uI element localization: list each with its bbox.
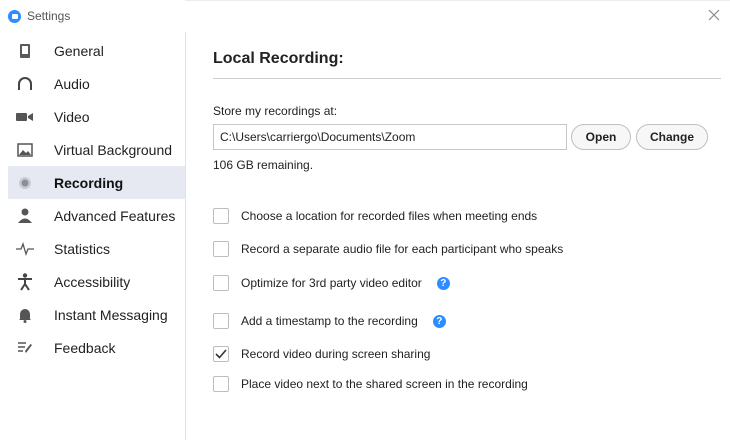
help-icon[interactable]: ? xyxy=(432,314,446,328)
sidebar-item-recording[interactable]: Recording xyxy=(8,166,185,199)
pulse-icon xyxy=(16,240,34,258)
option-label: Optimize for 3rd party video editor xyxy=(241,276,422,290)
title-bar: Settings xyxy=(0,0,730,32)
video-camera-icon xyxy=(16,108,34,126)
close-icon xyxy=(708,9,720,21)
sidebar-item-label: Video xyxy=(54,108,90,125)
person-icon xyxy=(16,207,34,225)
sidebar-item-video[interactable]: Video xyxy=(8,100,185,133)
option-optimize-3rd-party: Optimize for 3rd party video editor ? xyxy=(213,273,450,293)
settings-sidebar: General Audio Video Virtual Background R… xyxy=(0,32,186,440)
general-icon xyxy=(16,42,34,60)
change-button[interactable]: Change xyxy=(636,124,708,150)
bell-icon xyxy=(16,306,34,324)
storage-remaining-text: 106 GB remaining. xyxy=(213,158,314,172)
sidebar-item-label: General xyxy=(54,42,104,59)
option-record-screen-sharing: Record video during screen sharing xyxy=(213,344,430,364)
sidebar-item-instant-messaging[interactable]: Instant Messaging xyxy=(8,298,185,331)
checkmark-icon xyxy=(215,349,227,359)
open-button[interactable]: Open xyxy=(571,124,631,150)
store-location-label: Store my recordings at: xyxy=(213,104,338,118)
sidebar-item-statistics[interactable]: Statistics xyxy=(8,232,185,265)
window-title: Settings xyxy=(27,9,71,23)
sidebar-item-label: Recording xyxy=(54,174,124,191)
option-label: Record a separate audio file for each pa… xyxy=(241,242,564,256)
close-button[interactable] xyxy=(706,7,722,23)
sidebar-item-label: Statistics xyxy=(54,240,111,257)
section-divider xyxy=(213,78,721,79)
option-label: Place video next to the shared screen in… xyxy=(241,377,528,391)
sidebar-item-label: Feedback xyxy=(54,339,116,356)
checkbox-optimize-3rd-party[interactable] xyxy=(213,275,229,291)
sidebar-item-label: Instant Messaging xyxy=(54,306,168,323)
option-video-next-to-screen: Place video next to the shared screen in… xyxy=(213,374,528,394)
checkbox-separate-audio[interactable] xyxy=(213,241,229,257)
headphones-icon xyxy=(16,75,34,93)
sidebar-item-label: Advanced Features xyxy=(54,207,176,224)
checkbox-video-next-to-screen[interactable] xyxy=(213,376,229,392)
checkbox-add-timestamp[interactable] xyxy=(213,313,229,329)
option-add-timestamp: Add a timestamp to the recording ? xyxy=(213,311,446,331)
sidebar-item-feedback[interactable]: Feedback xyxy=(8,331,185,364)
accessibility-icon xyxy=(16,272,34,291)
checkbox-record-screen-sharing[interactable] xyxy=(213,346,229,362)
sidebar-item-audio[interactable]: Audio xyxy=(8,67,185,100)
option-separate-audio: Record a separate audio file for each pa… xyxy=(213,239,563,259)
recording-path-input[interactable] xyxy=(213,124,567,150)
sidebar-item-general[interactable]: General xyxy=(8,34,185,67)
option-label: Record video during screen sharing xyxy=(241,347,431,361)
sidebar-item-label: Accessibility xyxy=(54,273,131,290)
image-icon xyxy=(16,141,34,159)
feedback-icon xyxy=(16,339,34,357)
section-title: Local Recording: xyxy=(213,50,344,67)
sidebar-item-accessibility[interactable]: Accessibility xyxy=(8,265,185,298)
sidebar-item-advanced-features[interactable]: Advanced Features xyxy=(8,199,185,232)
checkbox-choose-location[interactable] xyxy=(213,208,229,224)
sidebar-item-label: Virtual Background xyxy=(54,141,173,158)
option-label: Add a timestamp to the recording xyxy=(241,314,418,328)
zoom-app-icon xyxy=(8,10,21,23)
option-label: Choose a location for recorded files whe… xyxy=(241,209,538,223)
record-icon xyxy=(16,174,34,192)
sidebar-item-virtual-background[interactable]: Virtual Background xyxy=(8,133,185,166)
option-choose-location: Choose a location for recorded files whe… xyxy=(213,206,537,226)
sidebar-item-label: Audio xyxy=(54,75,90,92)
help-icon[interactable]: ? xyxy=(436,276,450,290)
